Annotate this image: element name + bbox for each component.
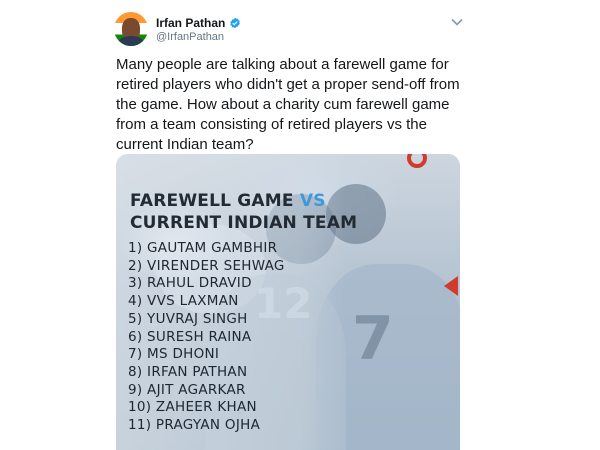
author-name-row: Irfan Pathan: [156, 16, 241, 30]
list-item: 11) PRAGYAN OJHA: [128, 417, 261, 434]
chevron-down-icon[interactable]: [450, 17, 464, 27]
list-item: 3) RAHUL DRAVID: [128, 275, 252, 292]
shirt-number-graphic: 7: [352, 304, 394, 374]
avatar[interactable]: [114, 12, 148, 46]
tweet-text: Many people are talking about a farewell…: [116, 56, 460, 153]
list-item: 10) ZAHEER KHAN: [128, 399, 257, 416]
verified-badge-icon: [230, 17, 241, 29]
list-item: 2) VIRENDER SEHWAG: [128, 257, 285, 274]
list-item: 9) AJIT AGARKAR: [128, 381, 246, 398]
player-list: 1) GAUTAM GAMBHIR 2) VIRENDER SEHWAG 3) …: [128, 240, 285, 435]
author-display-name[interactable]: Irfan Pathan: [156, 16, 225, 30]
graphic-title-line1: FAREWELL GAME: [130, 191, 300, 211]
tweet-card: Irfan Pathan @IrfanPathan Many people ar…: [96, 0, 470, 450]
list-item: 4) VVS LAXMAN: [128, 293, 239, 310]
list-item: 5) YUVRAJ SINGH: [128, 310, 248, 327]
avatar-body: [118, 36, 144, 46]
list-item: 7) MS DHONI: [128, 346, 220, 363]
graphic-title-line2: CURRENT INDIAN TEAM: [130, 213, 358, 233]
tweet-media-image[interactable]: 7 12 FAREWELL GAME VS CURRENT INDIAN TEA…: [116, 154, 460, 450]
red-triangle-graphic: [444, 276, 458, 296]
list-item: 1) GAUTAM GAMBHIR: [128, 240, 278, 256]
graphic-title: FAREWELL GAME VS CURRENT INDIAN TEAM: [130, 190, 357, 234]
list-item: 6) SURESH RAINA: [128, 328, 252, 345]
list-item: 8) IRFAN PATHAN: [128, 363, 248, 380]
graphic-title-vs: VS: [299, 191, 326, 211]
author-handle[interactable]: @IrfanPathan: [156, 31, 224, 43]
